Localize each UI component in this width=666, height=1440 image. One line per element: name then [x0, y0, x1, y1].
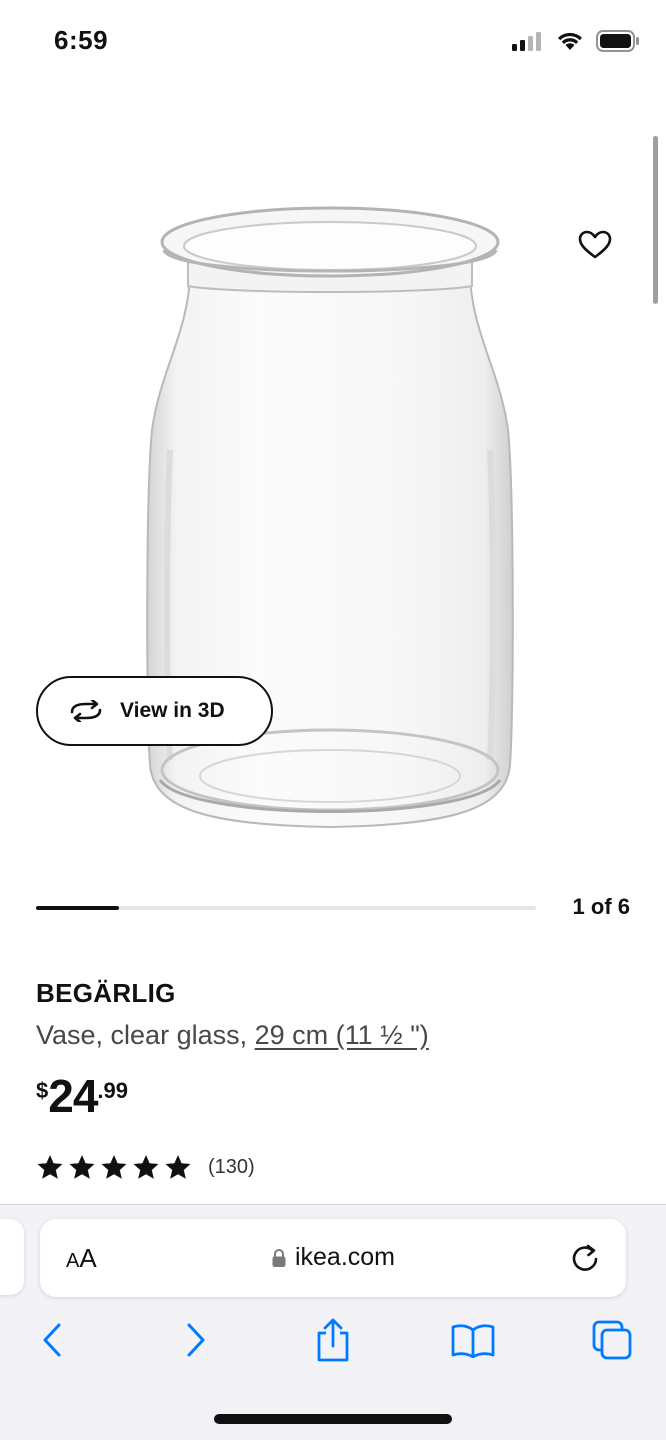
- cellular-signal-icon: [512, 32, 541, 51]
- tabs-icon: [592, 1320, 632, 1360]
- battery-icon: [596, 30, 639, 52]
- bookmarks-button[interactable]: [448, 1315, 498, 1365]
- carousel-progress-track: [36, 906, 536, 910]
- lock-icon: [272, 1248, 286, 1267]
- previous-tab-pill[interactable]: [0, 1219, 24, 1295]
- status-icons: [512, 30, 640, 52]
- browser-toolbar: [0, 1315, 666, 1371]
- star-icon: [133, 1155, 159, 1179]
- tabs-button[interactable]: [587, 1315, 637, 1365]
- star-icon: [69, 1155, 95, 1179]
- product-image-gallery[interactable]: View in 3D: [0, 80, 666, 870]
- address-bar[interactable]: AA ikea.com: [40, 1219, 626, 1297]
- rating-count: (130): [208, 1155, 255, 1178]
- product-measurement-link[interactable]: 29 cm (11 ½ "): [255, 1020, 429, 1050]
- share-button[interactable]: [308, 1315, 358, 1365]
- star-icon: [37, 1155, 63, 1179]
- book-icon: [451, 1324, 495, 1358]
- price-decimal: .99: [97, 1078, 129, 1103]
- star-icon: [165, 1155, 191, 1179]
- share-icon: [317, 1318, 349, 1362]
- status-time: 6:59: [54, 25, 109, 55]
- product-name: BEGÄRLIG: [36, 978, 176, 1008]
- wifi-icon: [558, 32, 582, 50]
- forward-button[interactable]: [171, 1315, 221, 1365]
- browser-bottom-bar: AA ikea.com: [0, 1204, 666, 1440]
- rotate-3d-icon: [70, 700, 102, 722]
- reload-icon: [572, 1244, 598, 1271]
- carousel-progress-fill: [36, 906, 120, 910]
- reload-button[interactable]: [568, 1241, 602, 1275]
- url-display[interactable]: ikea.com: [40, 1243, 626, 1272]
- product-price: $ 24 .99: [36, 1070, 128, 1122]
- star-icon: [101, 1155, 127, 1179]
- product-description-text: Vase, clear glass,: [36, 1020, 248, 1050]
- back-button[interactable]: [27, 1315, 77, 1365]
- price-currency: $: [36, 1078, 49, 1103]
- chevron-left-icon: [43, 1323, 61, 1357]
- status-bar: 6:59: [0, 0, 666, 80]
- chevron-right-icon: [187, 1323, 205, 1357]
- url-text: ikea.com: [294, 1243, 396, 1271]
- view-in-3d-label: View in 3D: [120, 699, 225, 722]
- price-integer: 24: [48, 1070, 98, 1122]
- carousel-page-indicator: 1 of 6: [572, 894, 630, 919]
- favorite-button[interactable]: [572, 222, 618, 268]
- product-description: Vase, clear glass, 29 cm (11 ½ "): [36, 1020, 429, 1051]
- view-in-3d-button[interactable]: View in 3D: [36, 676, 273, 746]
- heart-icon: [578, 230, 612, 259]
- home-indicator[interactable]: [214, 1414, 452, 1424]
- page-scrollbar[interactable]: [653, 136, 658, 304]
- product-rating[interactable]: (130): [36, 1154, 255, 1180]
